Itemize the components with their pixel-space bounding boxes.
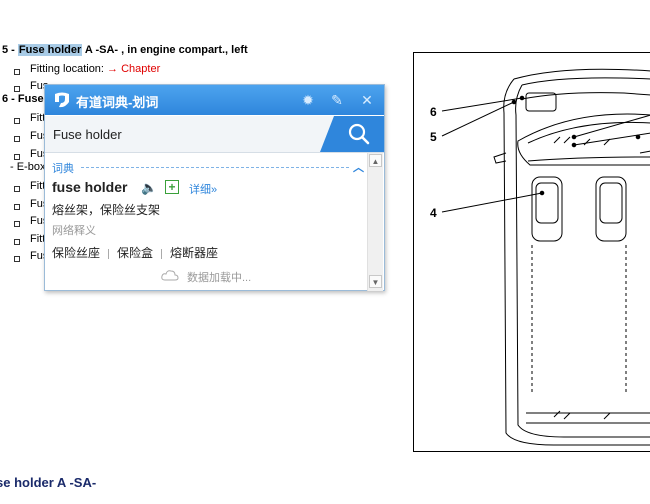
loading-text: 数据加载中...: [187, 272, 252, 284]
web-term[interactable]: 保险盒: [117, 246, 153, 260]
bullet: [14, 69, 20, 75]
search-icon: [348, 123, 370, 145]
popup-titlebar[interactable]: 有道词典-划词 ✹ ✎ ✕: [45, 85, 384, 115]
settings-gear-icon[interactable]: ✹: [300, 92, 316, 108]
close-icon[interactable]: ✕: [359, 92, 375, 108]
bullet: [14, 86, 20, 92]
bullet: [14, 221, 20, 227]
bullet: [14, 118, 20, 124]
fitting-label: Fitting location:: [30, 63, 104, 75]
web-term[interactable]: 保险丝座: [52, 246, 100, 260]
scroll-down-arrow-icon[interactable]: ▼: [369, 275, 382, 288]
translation-text: 熔丝架，保险丝支架: [52, 203, 161, 217]
search-input[interactable]: [45, 116, 335, 152]
pin-icon[interactable]: ✎: [329, 92, 345, 108]
add-to-wordbook-icon[interactable]: +: [165, 180, 179, 194]
fitting-line: Fitt: [30, 180, 46, 192]
dictionary-section-label: 词典: [52, 163, 74, 175]
bullet: [14, 186, 20, 192]
search-row: [45, 116, 384, 153]
item-5-text: A -SA- , in engine compart., left: [82, 44, 248, 56]
search-button[interactable]: [320, 116, 384, 152]
popup-content: 词典 ︿ fuse holder 🔈 + 详细» 熔丝架，保险丝支架 网络释义 …: [45, 153, 384, 291]
ebox-line: - E-box: [10, 161, 46, 173]
highlighted-term[interactable]: Fuse holder: [17, 44, 83, 56]
pronunciation-speaker-icon[interactable]: 🔈: [141, 180, 157, 196]
chapter-link[interactable]: → Chapter: [107, 63, 160, 75]
fitting-line: Fitt: [30, 233, 46, 245]
callout-6: 6: [430, 105, 437, 119]
fitting-line: Fitt: [30, 112, 46, 124]
item-5-line: 5 - Fuse holder A -SA- , in engine compa…: [2, 44, 248, 56]
vehicle-outline-drawing: [441, 68, 650, 446]
bullet: [14, 239, 20, 245]
bullet: [14, 256, 20, 262]
bullet: [14, 154, 20, 160]
web-term[interactable]: 熔断器座: [170, 246, 218, 260]
collapse-chevron-up-icon[interactable]: ︿: [353, 159, 364, 175]
bullet: [14, 136, 20, 142]
item-6-line: 6 - Fuse: [2, 93, 44, 105]
cloud-loading-icon: [161, 270, 179, 281]
item-number: 6 -: [2, 93, 15, 105]
vehicle-diagram: 6 5 4: [413, 52, 650, 452]
section-divider: [81, 167, 349, 168]
item-number: 5 -: [2, 44, 15, 56]
youdao-dictionary-popup[interactable]: 有道词典-划词 ✹ ✎ ✕ 词典 ︿ fuse holder 🔈 + 详细» 熔…: [44, 84, 385, 291]
popup-title: 有道词典-划词: [76, 95, 159, 110]
callout-4: 4: [430, 206, 437, 220]
term-separator: [161, 248, 163, 259]
vertical-scrollbar[interactable]: ▲ ▼: [367, 153, 383, 291]
web-terms-list: 保险丝座 保险盒 熔断器座: [52, 244, 218, 261]
callout-5: 5: [430, 130, 437, 144]
item-6-text: Fuse: [17, 93, 44, 105]
term-separator: [108, 248, 110, 259]
section-title: se holder A -SA-: [0, 475, 97, 490]
detail-link[interactable]: 详细»: [189, 181, 217, 197]
fitting-location-line: Fitting location: → Chapter: [30, 63, 160, 75]
scroll-up-arrow-icon[interactable]: ▲: [369, 154, 382, 167]
youdao-logo-icon: [55, 92, 69, 108]
headword: fuse holder: [52, 179, 128, 195]
bullet: [14, 204, 20, 210]
web-definition-label: 网络释义: [52, 225, 96, 237]
